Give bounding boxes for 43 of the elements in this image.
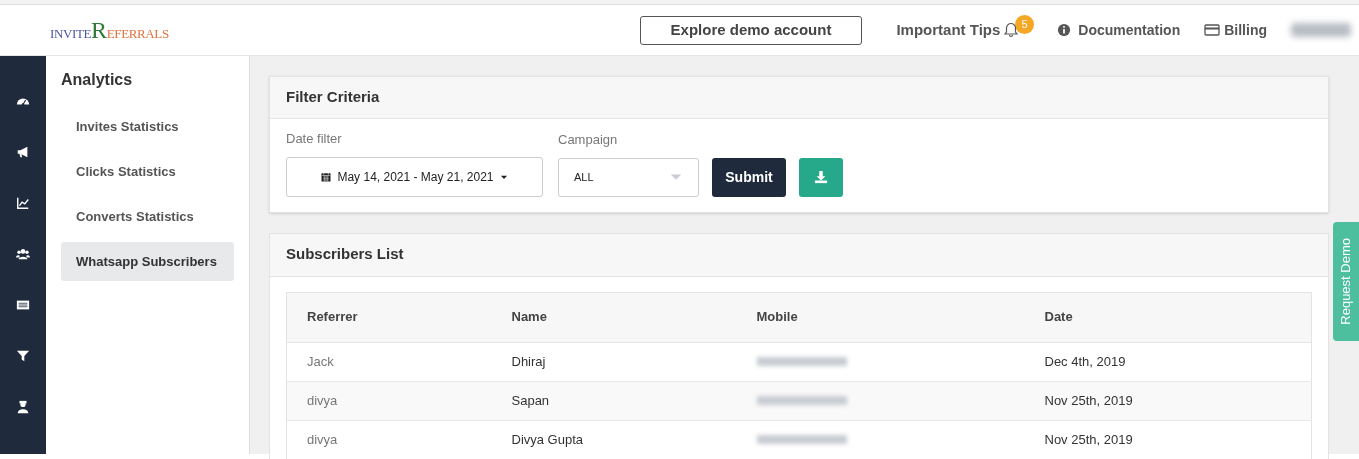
blurred-username — [1291, 23, 1351, 37]
users-icon[interactable] — [16, 247, 30, 261]
card-title: Subscribers List — [286, 244, 404, 265]
calendar-icon — [320, 170, 333, 183]
table-cell: Nov 25th, 2019 — [1024, 381, 1312, 420]
field-label: Campaign — [558, 131, 619, 149]
date-range-picker[interactable]: May 14, 2021 - May 21, 2021 — [286, 156, 543, 197]
column-header: Mobile — [736, 292, 1025, 342]
download-icon — [814, 170, 828, 184]
list-icon[interactable] — [16, 298, 30, 312]
card-title: Filter Criteria — [286, 87, 380, 108]
submenu-item[interactable]: Whatsapp Subscribers — [61, 242, 234, 281]
notification-badge: 5 — [1015, 15, 1034, 34]
table-cell: Dec 4th, 2019 — [1024, 342, 1312, 381]
info-icon — [1057, 23, 1072, 37]
nav-link[interactable]: Billing — [1204, 19, 1267, 41]
megaphone-icon[interactable] — [16, 145, 30, 159]
submenu-item[interactable]: Invites Statistics — [61, 107, 234, 146]
submenu-item[interactable]: Clicks Statistics — [61, 152, 234, 191]
credit-card-icon — [1204, 22, 1221, 38]
table-cell: Nov 25th, 2019 — [1024, 420, 1312, 459]
explore-demo-button[interactable]: Explore demo account — [639, 15, 863, 45]
line-chart-icon[interactable] — [16, 196, 30, 210]
table-cell: Divya Gupta — [491, 420, 737, 459]
submenu-item[interactable]: Converts Statistics — [61, 197, 234, 236]
nav-link[interactable]: Documentation — [1057, 19, 1181, 41]
field-label: Date filter — [286, 130, 343, 148]
column-header: Date — [1024, 292, 1312, 342]
filter-icon[interactable] — [16, 349, 30, 363]
column-header: Referrer — [286, 292, 492, 342]
table-cell: Sapan — [491, 381, 737, 420]
table-cell: divya — [286, 420, 492, 459]
download-button[interactable] — [799, 157, 843, 197]
logo[interactable]: INVITEREFERRALS — [50, 12, 169, 48]
user-icon[interactable] — [16, 400, 30, 414]
bell-icon — [1003, 22, 1020, 38]
table-cell: Jack — [286, 342, 492, 381]
table-cell: Dhiraj — [491, 342, 737, 381]
campaign-select[interactable]: ALL — [558, 157, 699, 197]
section-title: Analytics — [61, 70, 134, 90]
column-header: Name — [491, 292, 737, 342]
submit-button[interactable]: Submit — [712, 157, 786, 197]
table-cell: divya — [286, 381, 492, 420]
